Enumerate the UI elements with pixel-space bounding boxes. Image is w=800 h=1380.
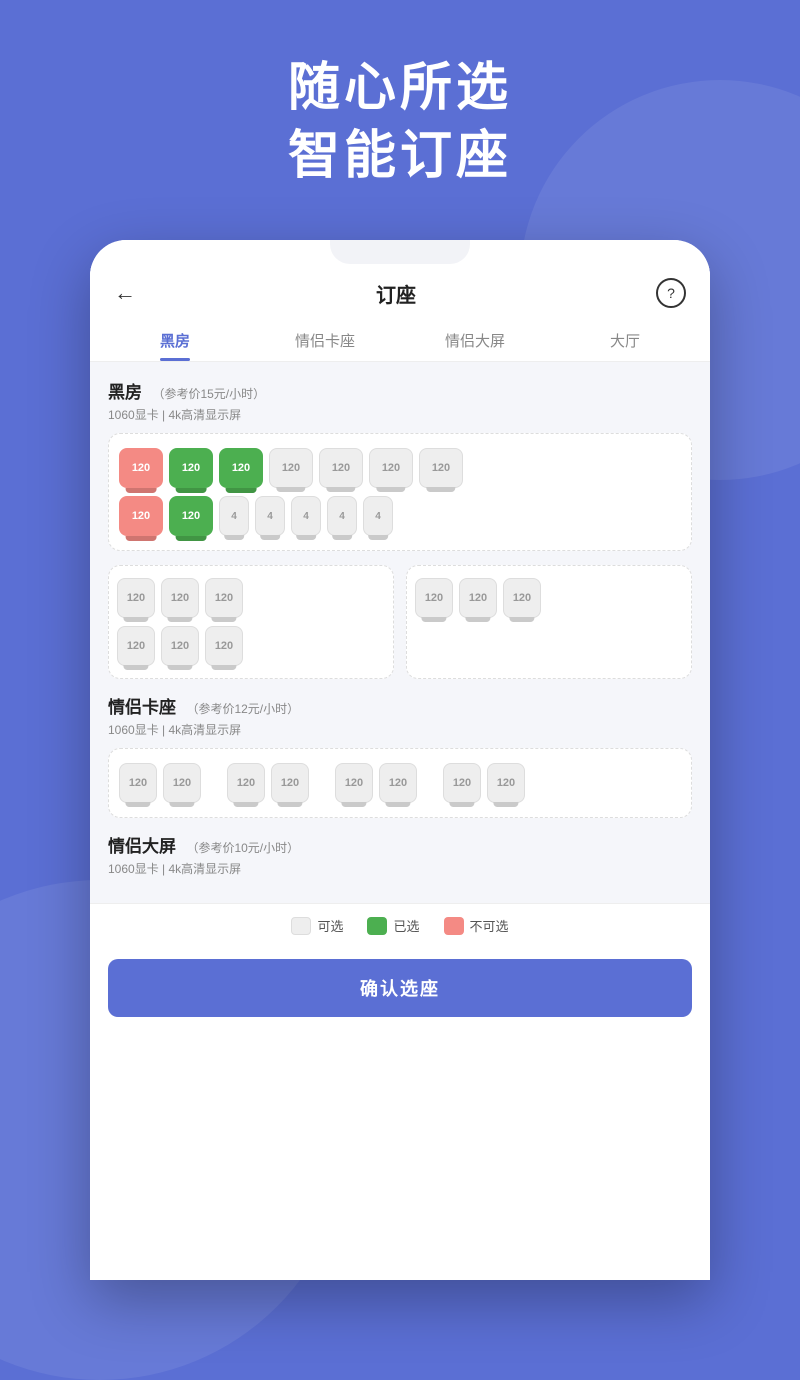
legend-unavailable-label: 不可选: [470, 916, 509, 935]
legend-available: 可选: [291, 916, 343, 935]
ck-6[interactable]: 120: [379, 763, 417, 803]
legend-unavailable-icon: [444, 917, 464, 935]
sub-right-row-1: 120 120 120: [415, 578, 683, 618]
seat-2-7[interactable]: 4: [363, 496, 393, 536]
sub-r-1-1[interactable]: 120: [415, 578, 453, 618]
page-title: 订座: [376, 279, 416, 308]
seat-2-4[interactable]: 4: [255, 496, 285, 536]
main-content: 黑房 （参考价15元/小时） 1060显卡 | 4k高清显示屏 120 120 …: [90, 362, 710, 903]
seat-2-2[interactable]: 120: [169, 496, 213, 536]
seat-1-3[interactable]: 120: [219, 448, 263, 488]
sub-left-row-2: 120 120 120: [117, 626, 385, 666]
seat-row-1: 120 120 120 120 120 120 120: [119, 448, 681, 488]
section-qinglv-da-header: 情侣大屏 （参考价10元/小时） 1060显卡 | 4k高清显示屏: [108, 832, 692, 877]
heifang-sub-grid-right: 120 120 120: [406, 565, 692, 679]
section-qinglv-ka-price: （参考价12元/小时）: [186, 702, 299, 716]
tab-qinglv-daping[interactable]: 情侣大屏: [400, 318, 550, 361]
seat-1-6[interactable]: 120: [369, 448, 413, 488]
seat-2-1[interactable]: 120: [119, 496, 163, 536]
ck-8[interactable]: 120: [487, 763, 525, 803]
hero-text: 随心所选 智能订座: [0, 55, 800, 190]
ck-1[interactable]: 120: [119, 763, 157, 803]
section-heifang-header: 黑房 （参考价15元/小时） 1060显卡 | 4k高清显示屏: [108, 378, 692, 423]
back-button[interactable]: ←: [114, 280, 136, 306]
legend-bar: 可选 已选 不可选: [90, 903, 710, 947]
sub-l-1-1[interactable]: 120: [117, 578, 155, 618]
seat-1-7[interactable]: 120: [419, 448, 463, 488]
section-qinglv-da-title: 情侣大屏: [108, 837, 176, 856]
section-qinglv-ka-title: 情侣卡座: [108, 698, 176, 717]
legend-available-icon: [291, 917, 311, 935]
sub-left-row-1: 120 120 120: [117, 578, 385, 618]
hero-line1: 随心所选: [0, 55, 800, 123]
nav-bar: ← 订座 ?: [90, 264, 710, 318]
sub-right-row-2: [415, 626, 683, 666]
legend-selected: 已选: [367, 916, 419, 935]
tab-qinglv-kazuo[interactable]: 情侣卡座: [250, 318, 400, 361]
section-qinglv-da-spec: 1060显卡 | 4k高清显示屏: [108, 860, 692, 877]
ck-3[interactable]: 120: [227, 763, 265, 803]
legend-available-label: 可选: [317, 916, 343, 935]
section-heifang-spec: 1060显卡 | 4k高清显示屏: [108, 406, 692, 423]
sub-l-2-3[interactable]: 120: [205, 626, 243, 666]
ck-7[interactable]: 120: [443, 763, 481, 803]
seat-2-3[interactable]: 4: [219, 496, 249, 536]
seat-1-2[interactable]: 120: [169, 448, 213, 488]
ck-4[interactable]: 120: [271, 763, 309, 803]
sub-r-1-3[interactable]: 120: [503, 578, 541, 618]
section-qinglv-da-price: （参考价10元/小时）: [186, 841, 299, 855]
tab-bar: 黑房 情侣卡座 情侣大屏 大厅: [90, 318, 710, 362]
section-heifang-title: 黑房: [108, 383, 142, 402]
sub-l-2-1[interactable]: 120: [117, 626, 155, 666]
heifang-sub-grids: 120 120 120 120 120 120 120 120 1: [108, 565, 692, 679]
sub-r-1-2[interactable]: 120: [459, 578, 497, 618]
tab-heifang[interactable]: 黑房: [100, 318, 250, 361]
section-qinglv-ka-spec: 1060显卡 | 4k高清显示屏: [108, 721, 692, 738]
seat-row-2: 120 120 4 4 4 4 4: [119, 496, 681, 536]
qinglv-ka-grid: 120 120 120 120 120 120 120 120: [108, 748, 692, 818]
phone-screen: ← 订座 ? 黑房 情侣卡座 情侣大屏 大厅 黑房 （参考价15元/小时） 10…: [90, 240, 710, 1280]
legend-selected-label: 已选: [393, 916, 419, 935]
sub-l-2-2[interactable]: 120: [161, 626, 199, 666]
heifang-sub-grid-left: 120 120 120 120 120 120: [108, 565, 394, 679]
seat-1-4[interactable]: 120: [269, 448, 313, 488]
sub-l-1-2[interactable]: 120: [161, 578, 199, 618]
tab-dating[interactable]: 大厅: [550, 318, 700, 361]
ck-2[interactable]: 120: [163, 763, 201, 803]
confirm-button[interactable]: 确认选座: [108, 959, 692, 1017]
seat-1-5[interactable]: 120: [319, 448, 363, 488]
couple-row-1: 120 120 120 120 120 120 120 120: [119, 763, 681, 803]
section-heifang-price: （参考价15元/小时）: [152, 387, 265, 401]
seat-2-6[interactable]: 4: [327, 496, 357, 536]
seat-1-1[interactable]: 120: [119, 448, 163, 488]
section-qinglv-ka-header: 情侣卡座 （参考价12元/小时） 1060显卡 | 4k高清显示屏: [108, 693, 692, 738]
legend-unavailable: 不可选: [444, 916, 509, 935]
sub-l-1-3[interactable]: 120: [205, 578, 243, 618]
hero-line2: 智能订座: [0, 123, 800, 191]
phone-notch: [330, 240, 470, 264]
heifang-main-grid: 120 120 120 120 120 120 120 120 120 4 4 …: [108, 433, 692, 551]
legend-selected-icon: [367, 917, 387, 935]
ck-5[interactable]: 120: [335, 763, 373, 803]
help-button[interactable]: ?: [656, 278, 686, 308]
phone-shell: ← 订座 ? 黑房 情侣卡座 情侣大屏 大厅 黑房 （参考价15元/小时） 10…: [90, 240, 710, 1280]
seat-2-5[interactable]: 4: [291, 496, 321, 536]
